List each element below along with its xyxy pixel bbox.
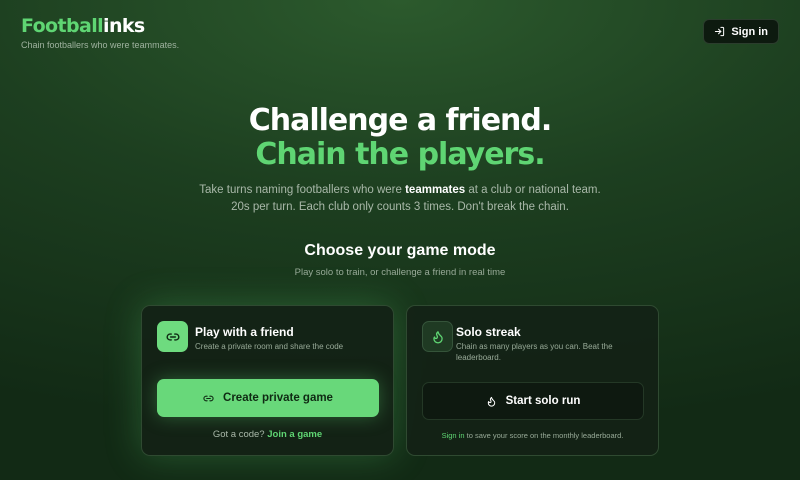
solo-card-description: Chain as many players as you can. Beat t… (456, 342, 613, 362)
brand-header: Footballinks Chain footballers who were … (21, 14, 179, 50)
join-game-link[interactable]: Join a game (267, 429, 322, 440)
solo-card-title: Solo streak (456, 325, 521, 339)
link-icon (203, 395, 214, 401)
headline-line-1: Challenge a friend. (248, 103, 553, 138)
game-mode-heading: Choose your game mode Play solo to train… (0, 242, 800, 278)
solo-streak-card: Solo streak Chain as many players as you… (406, 305, 659, 456)
sign-in-button[interactable]: Sign in (703, 19, 779, 44)
friend-card-description: Create a private room and share the code (195, 342, 344, 351)
link-icon (157, 321, 188, 352)
mode-subtitle: Play solo to train, or challenge a frien… (294, 267, 506, 278)
sign-in-label: Sign in (731, 25, 768, 38)
start-solo-run-button[interactable]: Start solo run (422, 382, 644, 420)
create-private-game-label: Create private game (223, 392, 333, 404)
logo[interactable]: Footballinks (21, 14, 179, 38)
start-solo-run-label: Start solo run (505, 395, 581, 407)
join-code-line: Got a code? Join a game (212, 429, 323, 440)
headline-line-2: Chain the players. (255, 137, 545, 172)
create-private-game-button[interactable]: Create private game (157, 379, 379, 417)
login-icon (715, 26, 725, 37)
hero-section: Challenge a friend. Chain the players. T… (0, 104, 800, 216)
leaderboard-note: Sign in to save your score on the monthl… (441, 431, 624, 440)
hero-headline: Challenge a friend. Chain the players. (0, 104, 800, 172)
friend-card-title: Play with a friend (195, 325, 294, 339)
sign-in-link[interactable]: Sign in (442, 431, 465, 440)
flame-icon (487, 396, 495, 407)
play-with-friend-card: Play with a friend Create a private room… (141, 305, 394, 456)
tagline: Chain footballers who were teammates. (21, 40, 180, 50)
flame-icon (422, 321, 453, 352)
hero-description: Take turns naming footballers who were t… (199, 184, 601, 213)
mode-title: Choose your game mode (304, 242, 496, 259)
